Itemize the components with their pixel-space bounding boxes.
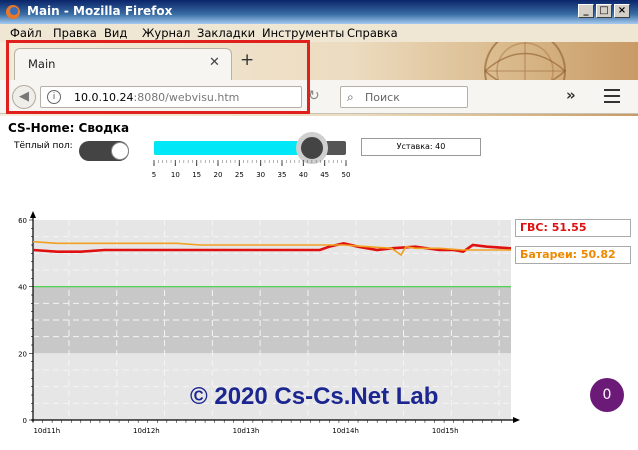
chart-y-tick-label: 40 <box>18 284 27 292</box>
setpoint-display: Уставка: 40 <box>361 138 481 156</box>
slider-tick-label: 10 <box>171 171 180 179</box>
slider-tick-label: 40 <box>299 171 308 179</box>
chart-x-tick-label: 10d15h <box>432 427 459 435</box>
close-window-button[interactable]: × <box>614 4 630 18</box>
slider-tick-label: 50 <box>342 171 351 179</box>
chart-y-tick-label: 20 <box>18 350 27 358</box>
chart-y-tick-label: 60 <box>18 217 27 225</box>
notification-badge[interactable]: 0 <box>590 378 624 412</box>
chart-x-tick-label: 10d13h <box>233 427 260 435</box>
slider-fill <box>154 141 312 155</box>
slider-tick-label: 45 <box>320 171 329 179</box>
firefox-icon <box>6 5 20 19</box>
minimize-button[interactable]: _ <box>578 4 594 18</box>
slider-tick-label: 30 <box>256 171 265 179</box>
dhw-readout: ГВС: 51.55 <box>515 219 631 237</box>
menu-view[interactable]: Вид <box>104 26 127 40</box>
menu-file[interactable]: Файл <box>10 26 42 40</box>
chart-x-tick-label: 10d14h <box>332 427 359 435</box>
chart-x-tick-label: 10d12h <box>133 427 160 435</box>
copyright-text: © 2020 Cs-Cs.Net Lab <box>190 383 439 410</box>
chart-y-tick-label: 0 <box>23 417 27 425</box>
chart-x-arrow <box>513 417 520 423</box>
slider-tick-label: 5 <box>152 171 156 179</box>
maximize-button[interactable]: □ <box>596 4 612 18</box>
page-title: CS-Home: Сводка <box>8 121 130 135</box>
search-placeholder: Поиск <box>365 91 400 104</box>
title-bar: Main - Mozilla Firefox _ □ × <box>0 0 638 24</box>
menu-tools[interactable]: Инструменты <box>262 26 344 40</box>
search-icon: ⌕ <box>347 90 354 104</box>
slider-tick-label: 20 <box>214 171 223 179</box>
chart-y-arrow <box>30 211 36 218</box>
search-bar[interactable]: ⌕ Поиск <box>340 86 468 108</box>
overflow-chevron-icon[interactable]: » <box>566 86 576 104</box>
radiators-readout: Батареи: 50.82 <box>515 246 631 264</box>
slider-tick-label: 25 <box>235 171 244 179</box>
slider-tick-label: 35 <box>278 171 287 179</box>
menu-bookmarks[interactable]: Закладки <box>197 26 255 40</box>
floor-heating-label: Тёплый пол: <box>14 141 73 151</box>
menu-help[interactable]: Справка <box>347 26 398 40</box>
menu-edit[interactable]: Правка <box>53 26 97 40</box>
menu-history[interactable]: Журнал <box>142 26 190 40</box>
highlight-box <box>6 40 310 114</box>
slider-tick-label: 15 <box>192 171 201 179</box>
slider-handle[interactable] <box>295 132 328 164</box>
window-title: Main - Mozilla Firefox <box>27 4 173 18</box>
toggle-knob <box>111 142 129 160</box>
hamburger-menu-icon[interactable] <box>604 89 620 103</box>
temperature-chart: 0 20 40 60 10d11h 10d12h 10d13h 10d14h 10d15h <box>18 211 520 435</box>
floor-heating-toggle[interactable] <box>79 141 129 161</box>
chart-x-tick-label: 10d11h <box>33 427 60 435</box>
